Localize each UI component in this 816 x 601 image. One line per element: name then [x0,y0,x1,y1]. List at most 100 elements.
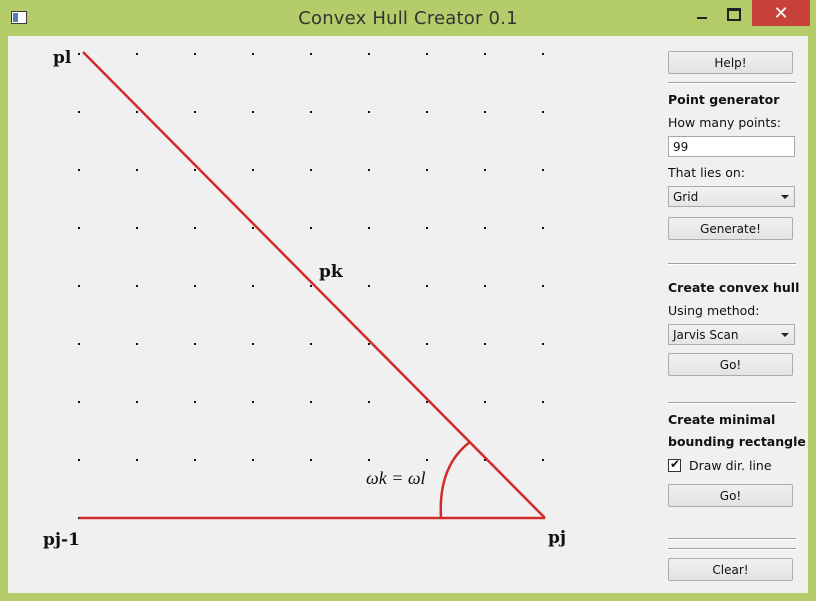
grid-point [78,401,80,403]
separator [668,263,796,265]
hull-method-selected: Jarvis Scan [673,328,739,342]
control-panel: Help! Point generator How many points: 9… [658,36,808,593]
point-shape-selected: Grid [673,190,699,204]
grid-point [252,53,254,55]
grid-point [252,343,254,345]
point-generator-title: Point generator [668,92,780,107]
grid-point [136,401,138,403]
grid-point [78,111,80,113]
close-icon: ✕ [773,2,789,24]
bounding-rect-title-line2: bounding rectangle [668,434,806,449]
hull-edge-diagonal [82,51,546,519]
grid-point [310,53,312,55]
checkmark-icon: ✔ [670,457,681,471]
grid-point [252,401,254,403]
grid-point [542,401,544,403]
minimize-icon[interactable] [688,0,716,28]
close-button[interactable]: ✕ [752,0,810,26]
grid-point [78,227,80,229]
grid-point [368,285,370,287]
maximize-icon[interactable] [720,0,748,28]
grid-point [194,227,196,229]
hull-method-label: Using method: [668,303,760,318]
help-button[interactable]: Help! [668,51,793,74]
grid-point [368,343,370,345]
hull-go-button[interactable]: Go! [668,353,793,376]
point-label-pl: pl [53,48,72,68]
grid-point [426,459,428,461]
grid-point [484,343,486,345]
grid-point [484,169,486,171]
grid-point [136,459,138,461]
grid-point [426,53,428,55]
hull-method-select[interactable]: Jarvis Scan [668,324,795,345]
grid-point [136,343,138,345]
grid-point [484,227,486,229]
grid-point [484,285,486,287]
grid-point [368,401,370,403]
grid-point [136,169,138,171]
grid-point [542,285,544,287]
grid-point [310,459,312,461]
draw-dir-line-checkbox[interactable]: ✔ [668,457,681,472]
chevron-down-icon [781,333,789,337]
grid-point [426,227,428,229]
grid-point [252,111,254,113]
bounding-rect-title-line1: Create minimal [668,412,776,427]
drawing-canvas[interactable]: pl pk pj-1 pj ωk = ωl [8,36,658,593]
grid-point [368,53,370,55]
separator [668,82,796,84]
point-shape-select[interactable]: Grid [668,186,795,207]
grid-point [368,111,370,113]
separator [668,538,796,540]
grid-point [310,285,312,287]
grid-point [542,343,544,345]
title-bar: Convex Hull Creator 0.1 ✕ [0,0,816,36]
point-label-pj: pj [548,528,567,548]
grid-point [194,169,196,171]
point-count-label: How many points: [668,115,781,130]
grid-point [484,53,486,55]
point-label-pk: pk [319,262,343,282]
grid-point [78,343,80,345]
grid-point [78,53,80,55]
point-label-pj-minus-1: pj-1 [43,530,80,550]
grid-point [194,343,196,345]
canvas-drawing [78,51,546,520]
grid-point [542,53,544,55]
window-client-area: pl pk pj-1 pj ωk = ωl Help! Point genera… [8,36,808,593]
rect-go-button[interactable]: Go! [668,484,793,507]
angle-arc [439,441,471,519]
convex-hull-title: Create convex hull [668,280,800,295]
grid-point [542,111,544,113]
grid-point [310,111,312,113]
grid-point [252,227,254,229]
grid-point [78,169,80,171]
point-shape-label: That lies on: [668,165,745,180]
grid-point [252,285,254,287]
grid-point [136,285,138,287]
grid-point [194,459,196,461]
grid-point [310,227,312,229]
grid-point [368,169,370,171]
angle-label: ωk = ωl [366,468,426,488]
grid-point [78,285,80,287]
grid-point [310,401,312,403]
separator [668,548,796,550]
grid-point [426,111,428,113]
grid-point [194,401,196,403]
grid-point [368,459,370,461]
point-count-input[interactable]: 99 [668,136,795,157]
draw-dir-line-label: Draw dir. line [689,458,772,473]
grid-point [136,53,138,55]
grid-point [310,169,312,171]
grid-point [310,343,312,345]
grid-point [194,285,196,287]
grid-point [252,459,254,461]
generate-button[interactable]: Generate! [668,217,793,240]
grid-point [252,169,254,171]
grid-point [542,227,544,229]
grid-point [426,169,428,171]
grid-point [542,459,544,461]
clear-button[interactable]: Clear! [668,558,793,581]
